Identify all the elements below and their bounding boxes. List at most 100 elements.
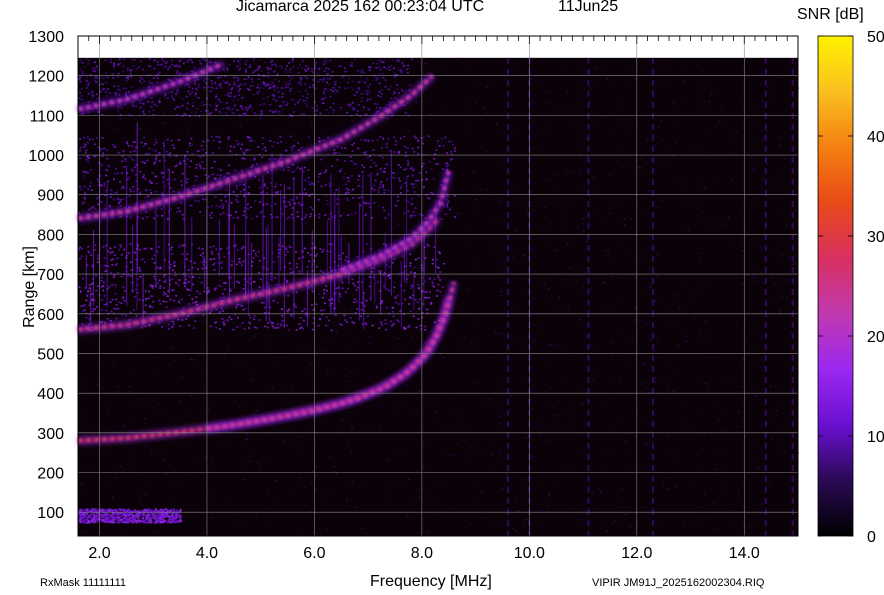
noise-speck <box>232 125 234 127</box>
spread-echo <box>289 146 292 149</box>
spread-echo <box>171 91 174 94</box>
spread-echo <box>377 189 380 191</box>
noise-speck <box>781 255 783 257</box>
noise-speck <box>758 515 761 517</box>
spread-echo <box>287 83 290 85</box>
spread-echo <box>113 146 116 148</box>
noise-speck <box>793 147 796 149</box>
spread-echo <box>148 111 151 113</box>
spread-echo <box>322 139 325 142</box>
spread-echo <box>375 164 378 167</box>
noise-speck <box>771 438 774 440</box>
spread-echo <box>211 167 214 169</box>
noise-speck <box>567 308 569 310</box>
spread-echo <box>336 146 339 148</box>
spread-echo <box>180 202 183 204</box>
spread-echo <box>367 156 370 159</box>
noise-speck <box>260 118 262 120</box>
spread-echo <box>117 72 120 75</box>
spread-echo <box>347 177 350 179</box>
noise-speck <box>335 331 338 333</box>
spread-echo <box>171 513 174 515</box>
spread-echo <box>218 168 221 170</box>
spread-echo <box>259 278 262 281</box>
noise-speck <box>250 159 252 161</box>
spread-echo <box>94 244 97 247</box>
spread-echo <box>269 103 272 106</box>
noise-speck <box>623 506 625 508</box>
noise-speck <box>431 399 433 401</box>
spread-echo <box>327 319 330 322</box>
spread-echo <box>263 185 266 187</box>
spread-echo <box>195 163 198 166</box>
noise-speck <box>556 249 558 251</box>
spread-echo <box>111 264 114 266</box>
spread-echo <box>100 513 103 516</box>
spread-echo <box>79 68 82 71</box>
noise-speck <box>613 80 615 82</box>
spread-echo <box>160 512 163 515</box>
noise-speck <box>234 402 236 404</box>
spread-echo <box>101 137 104 139</box>
noise-speck <box>610 354 612 356</box>
spread-echo <box>215 326 218 329</box>
spread-echo <box>370 159 373 162</box>
spread-echo <box>127 508 130 510</box>
spread-echo <box>351 88 354 90</box>
noise-speck <box>658 473 661 475</box>
spread-echo <box>106 88 109 90</box>
spread-echo <box>79 76 82 78</box>
spread-echo <box>453 147 456 149</box>
noise-speck <box>219 279 221 281</box>
noise-speck <box>504 111 506 113</box>
noise-speck <box>702 211 704 213</box>
spread-echo <box>115 167 118 170</box>
spread-echo <box>87 63 90 65</box>
noise-speck <box>577 433 579 435</box>
spread-echo <box>273 141 276 143</box>
spread-echo <box>361 171 364 173</box>
noise-speck <box>422 464 425 466</box>
spread-echo <box>382 206 385 209</box>
spread-echo <box>119 512 122 515</box>
spread-echo <box>437 274 440 277</box>
spread-echo <box>105 81 108 84</box>
spread-echo <box>113 274 116 277</box>
spread-echo <box>246 207 249 210</box>
noise-speck <box>703 434 706 436</box>
spread-echo <box>290 98 293 101</box>
spread-echo <box>252 249 255 252</box>
spread-echo <box>130 510 133 512</box>
spread-echo <box>375 106 378 109</box>
noise-speck <box>585 209 587 211</box>
spread-echo <box>365 113 368 116</box>
noise-speck <box>227 152 230 154</box>
spread-echo <box>171 144 174 146</box>
spread-echo <box>228 84 231 86</box>
spread-echo <box>97 509 100 512</box>
noise-speck <box>344 309 347 311</box>
noise-speck <box>154 312 157 314</box>
spread-echo <box>419 171 422 174</box>
spread-echo <box>152 149 155 152</box>
noise-speck <box>469 446 472 448</box>
spread-echo <box>276 301 279 304</box>
spread-echo <box>168 66 171 68</box>
spread-echo <box>142 521 145 524</box>
noise-speck <box>604 250 606 252</box>
spread-echo <box>326 89 329 91</box>
spread-echo <box>298 270 301 272</box>
noise-speck <box>418 217 420 219</box>
noise-speck <box>669 477 672 479</box>
spread-echo <box>295 306 298 308</box>
spread-echo <box>322 77 325 79</box>
spread-echo <box>351 101 354 104</box>
spread-echo <box>176 64 179 66</box>
spread-echo <box>138 266 141 269</box>
noise-speck <box>605 116 607 118</box>
noise-speck <box>221 101 223 103</box>
spread-echo <box>115 304 118 306</box>
noise-speck <box>423 135 426 137</box>
spread-echo <box>177 318 180 321</box>
noise-speck <box>580 234 583 236</box>
